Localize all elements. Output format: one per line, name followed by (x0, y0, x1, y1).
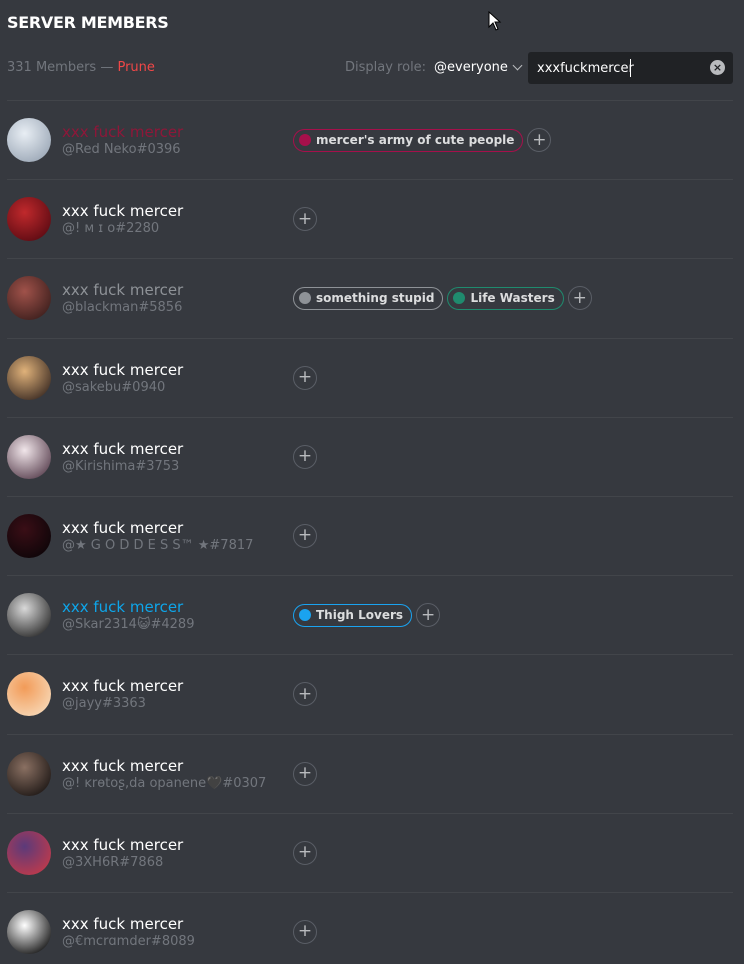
text-caret (630, 59, 631, 77)
member-username: @Skar2314😺#4289 (62, 617, 195, 633)
member-roles: mercer's army of cute people + (293, 128, 552, 152)
member-avatar[interactable] (7, 118, 51, 162)
member-roles: + (293, 365, 317, 390)
member-avatar[interactable] (7, 751, 51, 796)
member-count-separator: — (96, 60, 118, 75)
member-row: xxx fuck mercer @Red Neko#0396 mercer's ar… (7, 101, 733, 181)
prune-link[interactable]: Prune (117, 60, 154, 75)
member-avatar[interactable] (7, 593, 51, 638)
member-avatar[interactable] (7, 672, 51, 717)
role-pill[interactable]: something stupid (293, 286, 444, 310)
member-count: 331 Members — Prune (7, 60, 155, 75)
display-role-dropdown[interactable]: @everyone (434, 60, 523, 75)
member-nickname[interactable]: xxx fuck mercer (62, 519, 183, 537)
page-title: SERVER MEMBERS (7, 13, 169, 32)
member-row: xxx fuck mercer @★ G O D D E S S™ ★#7817 + (7, 497, 733, 577)
member-row: xxx fuck mercer @Skar2314😺#4289 Thigh Love… (7, 576, 733, 656)
member-roles: + (293, 523, 317, 548)
member-roles: + (293, 919, 317, 944)
add-role-button[interactable]: + (293, 444, 317, 469)
members-toolbar: 331 Members — Prune Display role: @every… (7, 52, 733, 84)
member-username: @blackman#5856 (62, 300, 183, 316)
member-nickname[interactable]: xxx fuck mercer (62, 281, 183, 299)
role-color-dot-icon[interactable] (299, 134, 311, 146)
clear-search-icon[interactable]: × (710, 60, 725, 75)
member-roles: something stupid Life Wasters + (293, 286, 592, 311)
role-label: mercer's army of cute people (316, 133, 515, 147)
member-nickname[interactable]: xxx fuck mercer (62, 202, 183, 220)
member-list: xxx fuck mercer @Red Neko#0396 mercer's ar… (7, 101, 733, 964)
role-color-dot-icon[interactable] (453, 292, 466, 305)
member-row: xxx fuck mercer @€mcrɑmder#8089 + (7, 893, 733, 964)
member-row: xxx fuck mercer @blackman#5856 something s… (7, 259, 733, 339)
display-role-value: @everyone (434, 60, 508, 75)
member-avatar[interactable] (7, 513, 51, 558)
member-roles: + (293, 444, 317, 469)
member-avatar[interactable] (7, 830, 51, 875)
role-label: Thigh Lovers (316, 608, 404, 623)
search-box[interactable]: × (528, 52, 733, 84)
member-row: xxx fuck mercer @Kirishima#3753 + (7, 418, 733, 497)
role-color-dot-icon[interactable] (299, 609, 311, 622)
member-nickname[interactable]: xxx fuck mercer (62, 598, 183, 616)
role-pill[interactable]: Thigh Lovers (293, 603, 413, 627)
add-role-button[interactable]: + (567, 286, 592, 311)
member-username: @3XH6R#7868 (62, 854, 164, 870)
member-row: xxx fuck mercer @! ᴍ ɪ o#2280 + (7, 180, 733, 260)
member-avatar[interactable] (7, 434, 51, 479)
member-username: @★ G O D D E S S™ ★#7817 (62, 537, 254, 553)
add-role-button[interactable]: + (293, 840, 317, 865)
member-nickname[interactable]: xxx fuck mercer (62, 361, 183, 379)
chevron-down-icon (512, 60, 523, 71)
member-avatar[interactable] (7, 909, 51, 954)
add-role-button[interactable]: + (293, 523, 317, 548)
member-roles: Thigh Lovers + (293, 603, 441, 628)
role-pill[interactable]: Life Wasters (447, 286, 564, 310)
member-nickname[interactable]: xxx fuck mercer (62, 757, 183, 775)
member-avatar[interactable] (7, 276, 51, 321)
member-avatar[interactable] (7, 355, 51, 400)
member-username: @Red Neko#0396 (62, 142, 181, 157)
member-roles: + (293, 840, 317, 865)
member-nickname[interactable]: xxx fuck mercer (62, 836, 183, 854)
member-nickname[interactable]: xxx fuck mercer (62, 915, 183, 933)
member-roles: + (293, 761, 317, 786)
role-color-dot-icon[interactable] (299, 292, 311, 305)
member-username: @! ĸrɵtoʂ,da opanene🖤#0307 (62, 775, 267, 791)
member-row: xxx fuck mercer @! ĸrɵtoʂ,da opanene🖤#030… (7, 735, 733, 814)
add-role-button[interactable]: + (416, 603, 441, 628)
role-pill[interactable]: mercer's army of cute people (293, 128, 524, 152)
add-role-button[interactable]: + (293, 207, 317, 232)
member-avatar[interactable] (7, 197, 51, 242)
role-label: something stupid (316, 291, 435, 306)
member-nickname[interactable]: xxx fuck mercer (62, 677, 183, 695)
add-role-button[interactable]: + (293, 365, 317, 390)
member-username: @! ᴍ ɪ o#2280 (62, 221, 160, 237)
member-roles: + (293, 682, 317, 707)
member-username: @jayy#3363 (62, 696, 146, 712)
display-role-label: Display role: (345, 60, 427, 75)
member-username: @sakebu#0940 (62, 379, 166, 395)
member-count-text: 331 Members (7, 60, 97, 75)
role-label: Life Wasters (470, 291, 555, 306)
member-row: xxx fuck mercer @sakebu#0940 + (7, 339, 733, 418)
member-roles: + (293, 207, 317, 232)
add-role-button[interactable]: + (293, 919, 317, 944)
mouse-cursor-icon (488, 11, 502, 31)
member-username: @Kirishima#3753 (62, 458, 180, 474)
member-row: xxx fuck mercer @3XH6R#7868 + (7, 814, 733, 893)
member-row: xxx fuck mercer @jayy#3363 + (7, 655, 733, 735)
member-username: @€mcrɑmder#8089 (62, 933, 195, 949)
add-role-button[interactable]: + (293, 682, 317, 707)
add-role-button[interactable]: + (293, 761, 317, 786)
member-nickname[interactable]: xxx fuck mercer (62, 123, 183, 141)
member-nickname[interactable]: xxx fuck mercer (62, 440, 183, 458)
add-role-button[interactable]: + (527, 128, 552, 152)
